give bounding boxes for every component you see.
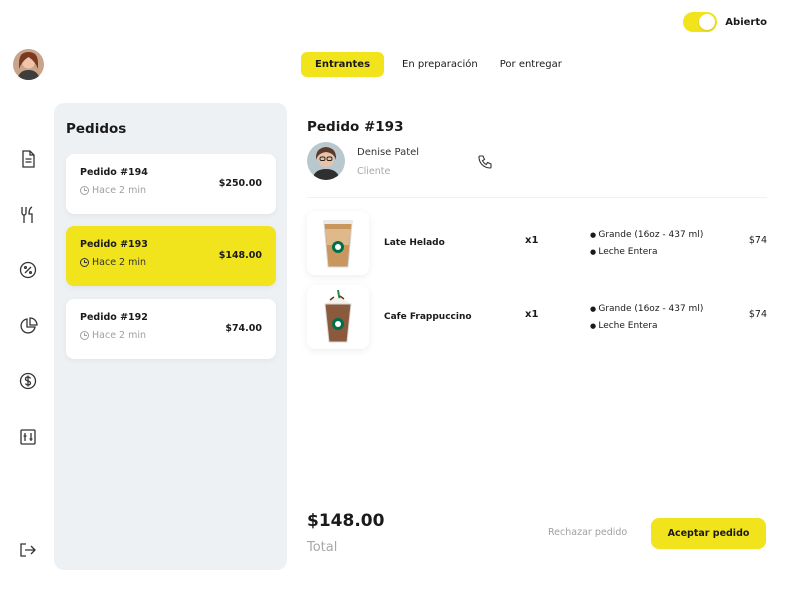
dollar-icon[interactable] (18, 371, 38, 391)
user-avatar[interactable] (13, 49, 44, 80)
item-name: Cafe Frappuccino (384, 312, 472, 322)
item-options: Grande (16oz - 437 ml) Leche Entera (590, 227, 703, 261)
logout-icon[interactable] (18, 540, 38, 560)
order-time: Hace 2 min (80, 185, 146, 196)
frappuccino-image (307, 285, 369, 349)
document-icon[interactable] (18, 149, 38, 169)
utensils-icon[interactable] (18, 205, 38, 225)
orders-title: Pedidos (66, 121, 127, 137)
settings-sliders-icon[interactable] (18, 427, 38, 447)
open-status-toggle[interactable] (683, 12, 718, 32)
status-toggle-group: Abierto (683, 12, 767, 32)
total-label: Total (307, 540, 338, 555)
orders-panel: Pedidos Pedido #194 Hace 2 min $250.00 P… (54, 103, 287, 570)
order-detail-title: Pedido #193 (307, 119, 404, 135)
order-title: Pedido #194 (80, 167, 148, 178)
item-quantity: x1 (525, 309, 539, 320)
clock-icon (80, 331, 89, 340)
divider (307, 197, 767, 198)
item-price: $74 (748, 235, 767, 246)
order-title: Pedido #193 (80, 239, 148, 250)
item-options: Grande (16oz - 437 ml) Leche Entera (590, 301, 703, 335)
pie-chart-icon[interactable] (18, 316, 38, 336)
item-name: Late Helado (384, 238, 445, 248)
toggle-knob (699, 14, 716, 30)
order-time: Hace 2 min (80, 330, 146, 341)
order-card-194[interactable]: Pedido #194 Hace 2 min $250.00 (66, 154, 276, 214)
order-status-tabs: Entrantes En preparación Por entregar (301, 52, 576, 77)
order-time: Hace 2 min (80, 257, 146, 268)
accept-order-button[interactable]: Aceptar pedido (651, 518, 766, 549)
customer-avatar (307, 142, 345, 180)
discount-icon[interactable] (18, 260, 38, 280)
toggle-label: Abierto (725, 16, 767, 28)
clock-icon (80, 186, 89, 195)
item-price: $74 (748, 309, 767, 320)
order-card-193[interactable]: Pedido #193 Hace 2 min $148.00 (66, 226, 276, 286)
order-price: $250.00 (218, 178, 262, 189)
tab-por-entregar[interactable]: Por entregar (486, 52, 576, 77)
order-item-row: Cafe Frappuccino x1 Grande (16oz - 437 m… (307, 285, 769, 349)
item-option: Leche Entera (590, 318, 703, 335)
total-amount: $148.00 (307, 511, 385, 531)
tab-en-preparacion[interactable]: En preparación (388, 52, 492, 77)
order-item-row: Late Helado x1 Grande (16oz - 437 ml) Le… (307, 211, 769, 275)
item-quantity: x1 (525, 235, 539, 246)
iced-latte-image (307, 211, 369, 275)
item-option: Leche Entera (590, 244, 703, 261)
order-price: $148.00 (218, 250, 262, 261)
phone-icon[interactable] (477, 154, 493, 170)
item-option: Grande (16oz - 437 ml) (590, 227, 703, 244)
customer-role: Cliente (357, 166, 391, 177)
order-price: $74.00 (225, 323, 262, 334)
order-title: Pedido #192 (80, 312, 148, 323)
item-option: Grande (16oz - 437 ml) (590, 301, 703, 318)
clock-icon (80, 258, 89, 267)
tab-entrantes[interactable]: Entrantes (301, 52, 385, 77)
reject-order-button[interactable]: Rechazar pedido (548, 527, 627, 538)
order-card-192[interactable]: Pedido #192 Hace 2 min $74.00 (66, 299, 276, 359)
customer-name: Denise Patel (357, 147, 420, 158)
